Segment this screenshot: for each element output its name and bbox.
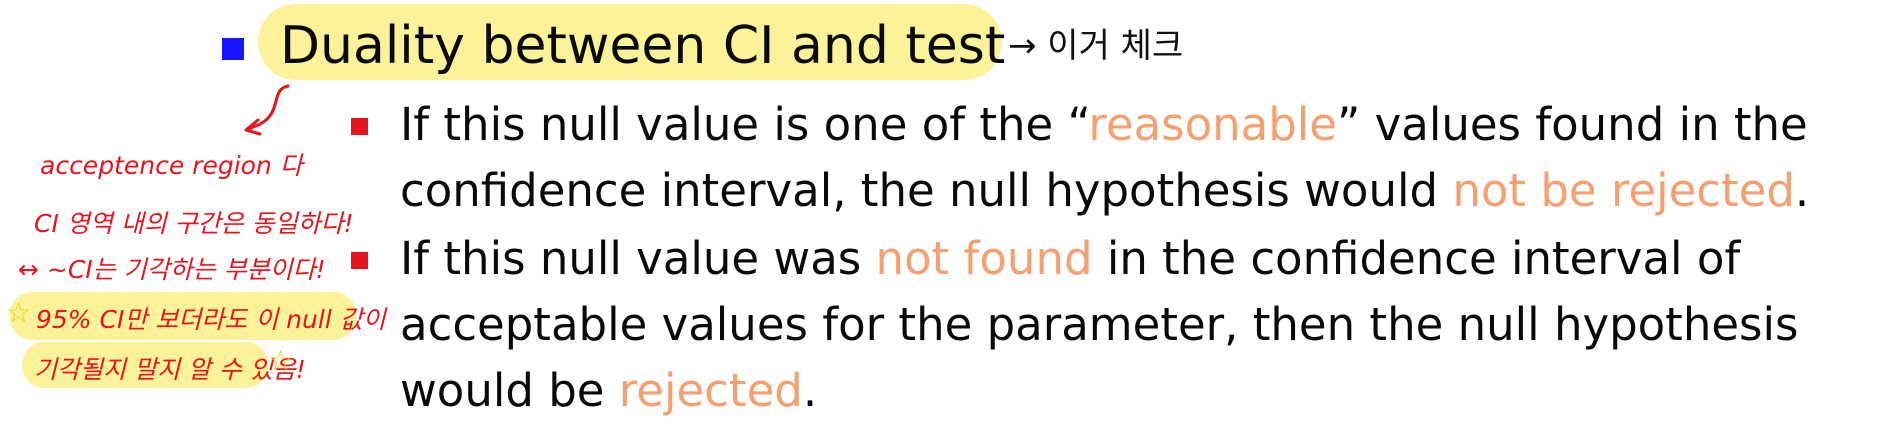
heading-annotation: → 이거 체크 — [1008, 26, 1184, 66]
text-span: confidence interval, the null hypothesis… — [400, 164, 1453, 217]
text-span: If this null value was — [400, 232, 876, 285]
star-icon: ☆ — [6, 296, 32, 329]
text-span: . — [1794, 164, 1810, 217]
bullet-1-line-1: If this null value is one of the “reason… — [400, 92, 1808, 158]
bullet-1-line-2: confidence interval, the null hypothesis… — [400, 158, 1809, 224]
margin-note-1: acceptence region 다 — [40, 151, 303, 180]
bullet-2-line-3: would be rejected. — [400, 358, 817, 424]
margin-note-3: ↔ ~CI는 기각하는 부분이다! — [18, 255, 326, 284]
slide-heading: Duality between CI and test — [280, 16, 1006, 76]
bullet-2-marker — [351, 252, 368, 269]
text-span: If this null value is one of the “ — [400, 98, 1089, 151]
bullet-2-line-2: acceptable values for the parameter, the… — [400, 298, 1799, 351]
accent-term-not-found: not found — [875, 232, 1093, 285]
bullet-1-marker — [351, 118, 368, 135]
annotation-arrow-icon — [244, 84, 290, 136]
accent-term-rejected: rejected — [618, 364, 803, 417]
text-span: . — [802, 364, 818, 417]
accent-term-reasonable: reasonable — [1088, 98, 1337, 151]
text-span: ” values found in the — [1337, 98, 1808, 151]
margin-note-4: 95% CI만 보더라도 이 null 값이 — [36, 305, 386, 334]
text-span: would be — [400, 364, 619, 417]
star-icon: ☆ — [268, 344, 294, 377]
margin-note-2: CI 영역 내의 구간은 동일하다! — [34, 209, 354, 238]
margin-note-5: 기각될지 말지 알 수 있음! — [34, 355, 306, 384]
text-span: in the confidence interval of — [1092, 232, 1741, 285]
bullet-2-line-1: If this null value was not found in the … — [400, 226, 1740, 292]
accent-term-not-be-rejected: not be rejected — [1452, 164, 1795, 217]
heading-bullet-square — [222, 38, 244, 60]
